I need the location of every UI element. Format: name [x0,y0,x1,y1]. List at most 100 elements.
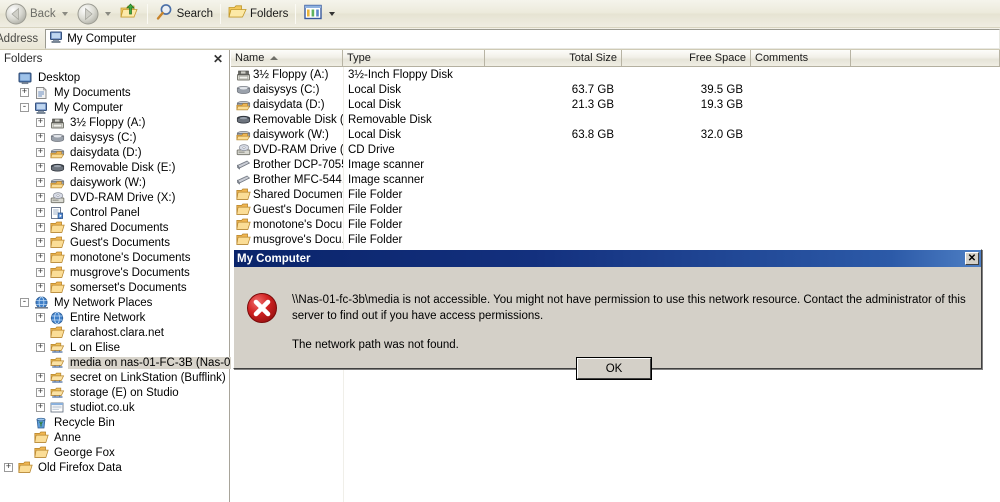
table-row[interactable]: monotone's Docu... File Folder [231,217,1000,232]
column-header[interactable]: Comments [751,50,851,66]
tree-node[interactable]: clarahost.clara.net [0,325,229,340]
back-button[interactable]: Back [2,2,74,26]
expand-icon[interactable]: + [36,373,45,382]
tree-node[interactable]: + secret on LinkStation (Bufflink) [0,370,229,385]
tree-node[interactable]: - My Computer [0,100,229,115]
tree-node-label: My Network Places [54,296,153,309]
forward-button[interactable] [74,2,117,26]
views-button[interactable] [300,2,341,26]
expand-icon[interactable]: + [36,313,45,322]
expand-icon[interactable]: + [36,403,45,412]
expand-icon[interactable]: + [36,178,45,187]
table-row[interactable]: Shared Documents File Folder [231,187,1000,202]
table-row[interactable]: daisydata (D:) Local Disk 21.3 GB 19.3 GB [231,97,1000,112]
folder-icon [235,218,251,232]
tree-node[interactable]: + studiot.co.uk [0,400,229,415]
tree-node[interactable]: + daisywork (W:) [0,175,229,190]
close-icon[interactable]: ✕ [965,252,979,265]
tree-node[interactable]: + Control Panel [0,205,229,220]
tree-node[interactable]: + Old Firefox Data [0,460,229,475]
close-icon[interactable]: ✕ [213,53,223,65]
tree-node[interactable]: + musgrove's Documents [0,265,229,280]
back-dropdown-caret-icon[interactable] [61,11,68,16]
recycle-bin-icon [33,416,49,430]
folders-button[interactable]: Folders [225,2,291,26]
address-input[interactable]: My Computer [45,28,1000,49]
tree-node[interactable]: media on nas-01-FC-3B (Nas-01-fc-3b) [0,355,273,370]
tree-node[interactable]: - My Network Places [0,295,229,310]
table-row[interactable]: Brother DCP-7055 Image scanner [231,157,1000,172]
table-row[interactable]: Guest's Documents File Folder [231,202,1000,217]
ok-button[interactable]: OK [576,357,652,380]
table-row[interactable]: Removable Disk (E:) Removable Disk [231,112,1000,127]
tree-node[interactable]: + daisysys (C:) [0,130,229,145]
expand-icon[interactable]: + [36,208,45,217]
tree-node-label: DVD-RAM Drive (X:) [70,191,176,204]
tree-node[interactable]: + storage (E) on Studio [0,385,229,400]
column-header[interactable]: Free Space [622,50,751,66]
tree-node[interactable]: George Fox [0,445,229,460]
forward-dropdown-caret-icon[interactable] [104,11,111,16]
dialog-title: My Computer [237,252,311,265]
column-header-label: Name [235,52,265,64]
tree-node[interactable]: + DVD-RAM Drive (X:) [0,190,229,205]
hard-disk-icon [49,131,65,145]
web-folder-icon [49,401,65,415]
tree-node[interactable]: Anne [0,430,229,445]
tree-node[interactable]: + Shared Documents [0,220,229,235]
tree-node[interactable]: + Removable Disk (E:) [0,160,229,175]
search-button[interactable]: Search [152,2,216,26]
collapse-icon[interactable]: - [20,103,29,112]
views-dropdown-caret-icon[interactable] [329,11,336,16]
expand-icon[interactable]: + [36,388,45,397]
table-row[interactable]: musgrove's Docu... File Folder [231,232,1000,247]
tree-node[interactable]: + Guest's Documents [0,235,229,250]
expand-icon[interactable]: + [36,343,45,352]
tree-node[interactable]: + monotone's Documents [0,250,229,265]
tree-node-label: musgrove's Documents [70,266,190,279]
expand-icon[interactable]: + [4,463,13,472]
expand-icon[interactable]: + [36,253,45,262]
tree-node[interactable]: + L on Elise [0,340,229,355]
folder-icon [49,236,65,250]
column-header[interactable]: Type [343,50,485,66]
tree-node[interactable]: Desktop [0,70,229,85]
expand-icon[interactable]: + [36,133,45,142]
tree-node-label: Guest's Documents [70,236,170,249]
tree-node[interactable]: Recycle Bin [0,415,229,430]
table-row[interactable]: DVD-RAM Drive (X:) CD Drive [231,142,1000,157]
table-row[interactable]: 3½ Floppy (A:) 3½-Inch Floppy Disk [231,67,1000,82]
expand-icon[interactable]: + [36,118,45,127]
tree-node[interactable]: + My Documents [0,85,229,100]
row-name-label: Guest's Documents [253,203,343,216]
tree-node-label: Entire Network [70,311,146,324]
expand-icon[interactable]: + [36,193,45,202]
list-column-headers: Name Type Total Size Free Space Comments [231,50,1000,67]
tree-node[interactable]: + Entire Network [0,310,229,325]
expand-icon[interactable]: + [36,268,45,277]
expand-icon[interactable]: + [36,223,45,232]
expand-icon[interactable]: + [36,148,45,157]
table-row[interactable]: Brother MFC-544... Image scanner [231,172,1000,187]
forward-arrow-icon [77,3,99,25]
my-computer-icon [49,30,63,47]
table-row[interactable]: daisysys (C:) Local Disk 63.7 GB 39.5 GB [231,82,1000,97]
tree-node[interactable]: +3½ Floppy (A:) [0,115,229,130]
address-bar: Address My Computer [0,28,1000,50]
column-header[interactable]: Name [231,50,343,66]
expand-icon[interactable]: + [36,163,45,172]
column-header[interactable]: Total Size [485,50,622,66]
collapse-icon[interactable]: - [20,298,29,307]
network-share-icon [49,356,65,370]
tree-node-label: Desktop [38,71,81,84]
up-button[interactable] [117,2,143,26]
table-row[interactable]: daisywork (W:) Local Disk 63.8 GB 32.0 GB [231,127,1000,142]
folder-icon [49,266,65,280]
expand-icon[interactable]: + [20,88,29,97]
dialog-message: \\Nas-01-fc-3b\media is not accessible. … [292,293,972,354]
tree-node[interactable]: + somerset's Documents [0,280,229,295]
tree-node[interactable]: + daisydata (D:) [0,145,229,160]
cd-drive-icon [49,191,65,205]
expand-icon[interactable]: + [36,238,45,247]
expand-icon[interactable]: + [36,283,45,292]
